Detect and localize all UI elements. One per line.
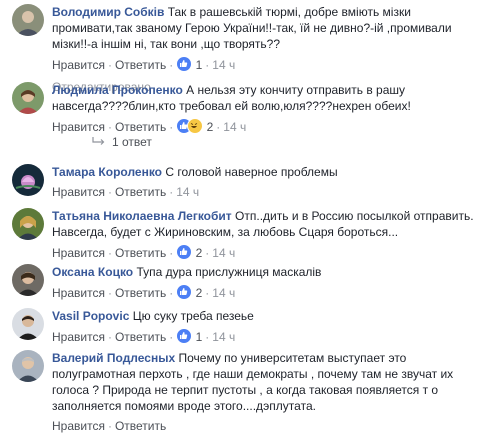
like-link[interactable]: Нравится (52, 185, 105, 199)
comment-author[interactable]: Валерий Подлесных (52, 351, 175, 365)
comment-actions: Нравится · Ответить · 14 ч (52, 185, 200, 199)
reaction-count: 1 (195, 330, 203, 344)
comment-time[interactable]: 14 ч (212, 330, 235, 344)
reply-link[interactable]: Ответить (115, 246, 166, 260)
like-link[interactable]: Нравится (52, 246, 105, 260)
comment-text: Тупа дура прислужниця маскалів (136, 265, 322, 279)
avatar[interactable] (12, 308, 44, 340)
comment-author[interactable]: Оксана Коцко (52, 265, 133, 279)
like-link[interactable]: Нравится (52, 286, 105, 300)
avatar[interactable] (12, 82, 44, 114)
like-link[interactable]: Нравится (52, 58, 105, 72)
reply-link[interactable]: Ответить (115, 58, 166, 72)
reaction-count: 2 (195, 246, 203, 260)
like-link[interactable]: Нравится (52, 419, 105, 433)
avatar[interactable] (12, 208, 44, 240)
like-reaction-icon (176, 284, 193, 300)
reply-link[interactable]: Ответить (115, 286, 166, 300)
avatar[interactable] (12, 164, 44, 196)
reactions[interactable] (176, 328, 193, 348)
like-reaction-icon (176, 56, 193, 72)
reply-arrow-icon (92, 137, 105, 145)
view-replies-link[interactable]: 1 ответ (92, 135, 152, 149)
comment-author[interactable]: Vasil Popovic (52, 309, 129, 323)
comment-actions: Нравится · Ответить · 2 · 14 ч (52, 244, 492, 264)
reactions[interactable] (176, 244, 193, 264)
replies-count[interactable]: 1 ответ (112, 135, 152, 149)
reaction-count: 1 (195, 58, 203, 72)
reaction-count: 2 (195, 286, 203, 300)
reactions[interactable] (176, 56, 193, 76)
comment-time[interactable]: 14 ч (176, 185, 199, 199)
reply-link[interactable]: Ответить (115, 185, 166, 199)
reactions[interactable] (176, 118, 204, 138)
avatar[interactable] (12, 4, 44, 36)
comment-text: С головой наверное проблемы (165, 165, 338, 179)
reaction-count: 2 (206, 120, 214, 134)
haha-reaction-icon (187, 118, 204, 134)
avatar[interactable] (12, 264, 44, 296)
reactions[interactable] (176, 284, 193, 304)
comment-time[interactable]: 14 ч (212, 286, 235, 300)
comment-actions: Нравится · Ответить · 2 · 14 ч (52, 284, 492, 304)
comment-author[interactable]: Людмила Прокопенко (52, 83, 183, 97)
comment-author[interactable]: Володимир Собків (52, 5, 164, 19)
comment-time[interactable]: 14 ч (223, 120, 246, 134)
like-link[interactable]: Нравится (52, 120, 105, 134)
like-reaction-icon (176, 244, 193, 260)
comment-time[interactable]: 14 ч (212, 246, 235, 260)
comment-author[interactable]: Тамара Короленко (52, 165, 162, 179)
reply-link[interactable]: Ответить (115, 120, 166, 134)
comment-actions: Нравится · Ответить (52, 419, 167, 433)
comment-time[interactable]: 14 ч (212, 58, 235, 72)
reply-link[interactable]: Ответить (115, 419, 166, 433)
reply-link[interactable]: Ответить (115, 330, 166, 344)
like-link[interactable]: Нравится (52, 330, 105, 344)
comment-author[interactable]: Татьяна Николаевна Легкобит (52, 209, 232, 223)
comment-text: Цю суку треба пезеье (132, 309, 254, 323)
comment-actions: Нравится · Ответить · 1 · 14 ч (52, 328, 492, 348)
comment-actions: Нравится · Ответить · 1 · 14 ч (52, 56, 492, 76)
like-reaction-icon (176, 328, 193, 344)
comment-thread: Володимир Собків Так в рашевській тюрмі,… (0, 0, 499, 433)
avatar[interactable] (12, 350, 44, 382)
